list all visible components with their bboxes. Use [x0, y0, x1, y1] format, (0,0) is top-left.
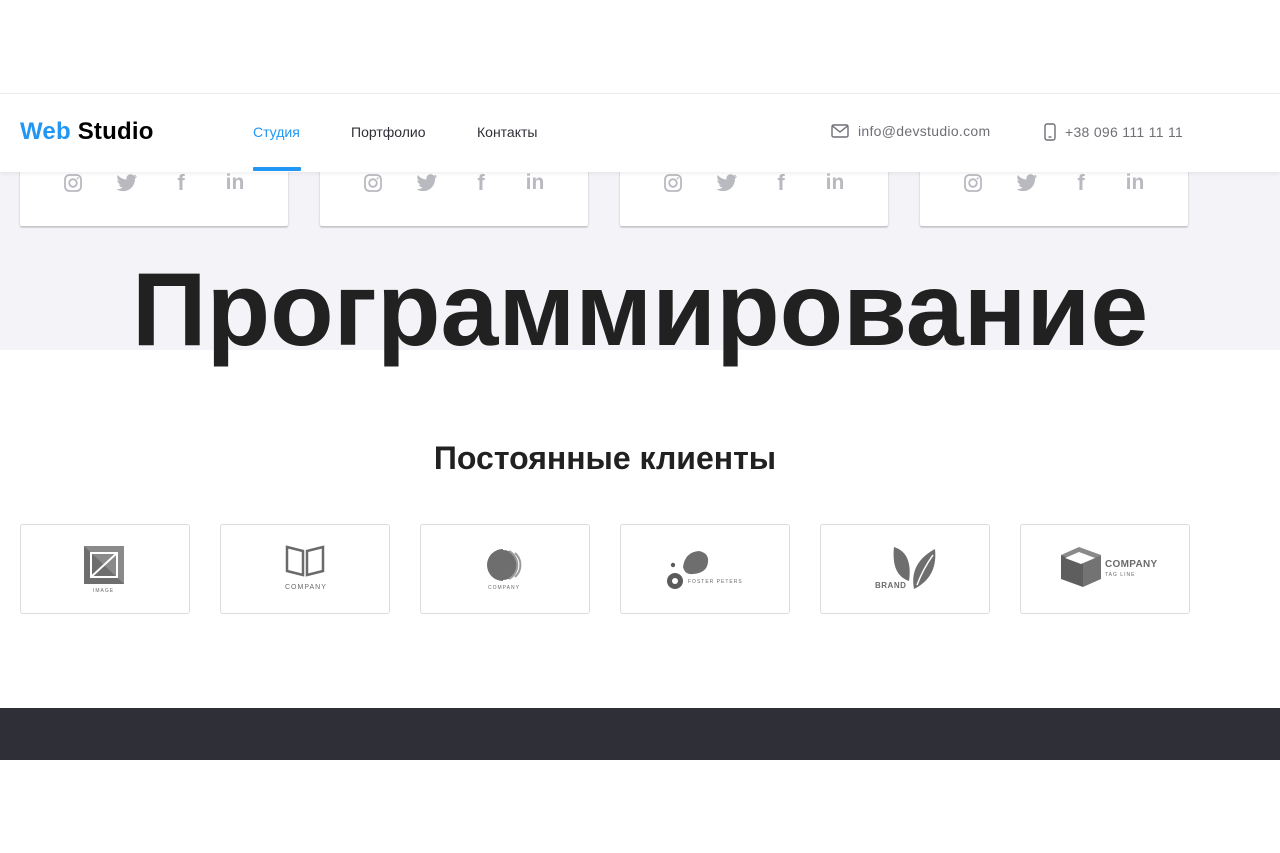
client-logo-card[interactable]: FOSTER PETERS	[620, 524, 790, 614]
nav-studio-link[interactable]: Студия	[253, 124, 300, 140]
client-logo-text: COMPANY	[285, 584, 327, 591]
linkedin-icon[interactable]: in	[822, 170, 848, 196]
client-logo-card[interactable]: IMAGE	[20, 524, 190, 614]
twitter-icon[interactable]	[414, 170, 440, 196]
twitter-icon[interactable]	[114, 170, 140, 196]
contact-email-text: info@devstudio.com	[858, 123, 991, 139]
linkedin-icon[interactable]: in	[222, 170, 248, 196]
client-logo-text: FOSTER PETERS	[688, 579, 743, 585]
client-logo-card[interactable]: COMPANY TAG LINE	[1020, 524, 1190, 614]
team-card-socials: f in	[960, 170, 1148, 196]
overlay-title: Программирование	[131, 252, 1149, 368]
instagram-icon[interactable]	[960, 170, 986, 196]
facebook-icon[interactable]: f	[168, 170, 194, 196]
instagram-icon[interactable]	[60, 170, 86, 196]
client-logo-tagline: TAG LINE	[1105, 572, 1136, 578]
client-logo-text: BRAND	[875, 581, 907, 590]
instagram-icon[interactable]	[660, 170, 686, 196]
logo-part-studio: Studio	[77, 118, 154, 145]
instagram-icon[interactable]	[360, 170, 386, 196]
contact-email-link[interactable]: info@devstudio.com	[831, 123, 990, 139]
site-logo[interactable]: Web Studio	[20, 118, 154, 146]
foster-peters-logo-icon	[667, 551, 709, 589]
team-card-socials: f in	[60, 170, 248, 196]
company-circle-logo-icon	[487, 548, 522, 582]
client-logo-card[interactable]: COMPANY	[220, 524, 390, 614]
client-logo-card[interactable]: COMPANY	[420, 524, 590, 614]
nav-active-indicator	[253, 167, 301, 171]
brand-leaf-logo-icon	[893, 547, 936, 589]
top-blank-band	[0, 0, 1280, 93]
nav-contacts-link[interactable]: Контакты	[477, 124, 537, 140]
client-logo-card[interactable]: BRAND	[820, 524, 990, 614]
image-logo-icon	[84, 546, 124, 584]
site-footer	[0, 708, 1280, 760]
team-card-socials: f in	[360, 170, 548, 196]
contact-phone-text: +38 096 111 11 11	[1065, 124, 1184, 140]
facebook-icon[interactable]: f	[1068, 170, 1094, 196]
client-logo-text: COMPANY	[1105, 559, 1158, 570]
facebook-icon[interactable]: f	[768, 170, 794, 196]
team-card-socials: f in	[660, 170, 848, 196]
twitter-icon[interactable]	[1014, 170, 1040, 196]
logo-part-web: Web	[20, 118, 71, 145]
company-book-logo-icon	[285, 545, 325, 577]
contact-phone-link[interactable]: +38 096 111 11 11	[1044, 123, 1183, 141]
twitter-icon[interactable]	[714, 170, 740, 196]
linkedin-icon[interactable]: in	[1122, 170, 1148, 196]
facebook-icon[interactable]: f	[468, 170, 494, 196]
nav-portfolio-link[interactable]: Портфолио	[351, 124, 426, 140]
clients-section-title: Постоянные клиенты	[433, 440, 777, 476]
envelope-icon	[831, 124, 849, 138]
phone-icon	[1044, 123, 1056, 141]
client-logo-text: COMPANY	[488, 585, 520, 591]
site-header: Web Studio Студия Портфолио Контакты inf…	[0, 93, 1280, 172]
client-logo-text: IMAGE	[93, 588, 115, 594]
linkedin-icon[interactable]: in	[522, 170, 548, 196]
